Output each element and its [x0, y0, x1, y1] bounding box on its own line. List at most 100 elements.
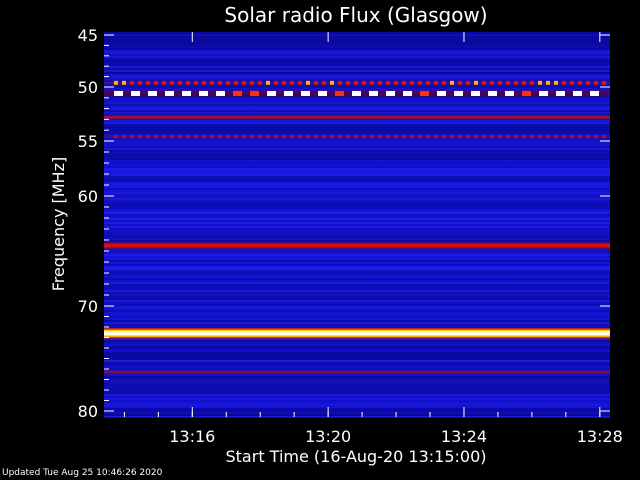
emission-dash: [570, 135, 574, 139]
emission-dash: [250, 90, 259, 96]
background-row: [104, 212, 610, 214]
emission-dash: [450, 135, 454, 139]
background-row: [104, 88, 610, 90]
emission-dash: [538, 80, 542, 85]
background-row: [104, 258, 610, 260]
x-tick-label: 13:24: [441, 427, 487, 446]
background-row: [104, 68, 610, 70]
emission-dash: [418, 135, 422, 139]
background-row: [104, 280, 610, 282]
background-row: [104, 48, 610, 50]
y-tick-label: 55: [78, 132, 98, 151]
background-row: [104, 272, 610, 274]
emission-dash: [122, 80, 126, 85]
emission-dash: [182, 90, 191, 96]
background-row: [104, 60, 610, 62]
background-row: [104, 216, 610, 218]
emission-dash: [378, 135, 382, 139]
emission-dash: [586, 80, 590, 85]
emission-dash: [578, 135, 582, 139]
background-row: [104, 170, 610, 172]
emission-dash: [506, 135, 510, 139]
background-row: [104, 394, 610, 396]
background-row: [104, 384, 610, 386]
background-row: [104, 348, 610, 350]
background-row: [104, 138, 610, 140]
background-row: [104, 254, 610, 256]
emission-dash: [458, 135, 462, 139]
emission-dash: [242, 135, 246, 139]
background-row: [104, 36, 610, 38]
emission-dash: [178, 135, 182, 139]
background-row: [104, 398, 610, 400]
emission-dash: [202, 80, 206, 85]
background-row: [104, 180, 610, 182]
x-axis-label: Start Time (16-Aug-20 13:15:00): [226, 447, 487, 466]
background-row: [104, 396, 610, 398]
emission-dash: [386, 80, 390, 85]
emission-band: [104, 331, 610, 336]
emission-dash: [266, 80, 270, 85]
background-row: [104, 122, 610, 124]
emission-dash: [306, 80, 310, 85]
emission-dash: [482, 135, 486, 139]
emission-dash: [490, 80, 494, 85]
background-row: [104, 100, 610, 102]
emission-dash: [450, 80, 454, 85]
background-row: [104, 178, 610, 180]
background-row: [104, 182, 610, 184]
emission-band: [104, 115, 610, 119]
background-row: [104, 364, 610, 366]
spectrogram-background: [104, 32, 610, 418]
background-row: [104, 148, 610, 150]
emission-dash: [442, 80, 446, 85]
emission-dash: [258, 80, 262, 85]
background-row: [104, 270, 610, 272]
background-row: [104, 408, 610, 410]
emission-dash: [590, 90, 599, 96]
background-row: [104, 232, 610, 234]
background-row: [104, 194, 610, 196]
background-row: [104, 350, 610, 352]
background-row: [104, 106, 610, 108]
background-row: [104, 222, 610, 224]
background-row: [104, 314, 610, 316]
emission-dash: [498, 135, 502, 139]
background-row: [104, 308, 610, 310]
background-row: [104, 152, 610, 154]
emission-dash: [138, 135, 142, 139]
background-row: [104, 158, 610, 160]
background-row: [104, 176, 610, 178]
emission-dash: [522, 80, 526, 85]
background-row: [104, 130, 610, 132]
background-row: [104, 102, 610, 104]
background-row: [104, 340, 610, 342]
emission-dash: [284, 90, 293, 96]
background-row: [104, 186, 610, 188]
background-row: [104, 164, 610, 166]
emission-dash: [403, 90, 412, 96]
emission-dash: [130, 135, 134, 139]
emission-dash: [538, 135, 542, 139]
background-row: [104, 360, 610, 362]
emission-dash: [454, 90, 463, 96]
emission-dash: [290, 80, 294, 85]
emission-dash: [130, 80, 134, 85]
emission-dash: [394, 135, 398, 139]
emission-dash: [394, 80, 398, 85]
background-row: [104, 226, 610, 228]
emission-dash: [301, 90, 310, 96]
background-row: [104, 192, 610, 194]
background-row: [104, 378, 610, 380]
emission-dash: [122, 135, 126, 139]
background-row: [104, 284, 610, 286]
emission-dash: [554, 80, 558, 85]
emission-dash: [226, 80, 230, 85]
emission-dash: [386, 90, 395, 96]
background-row: [104, 342, 610, 344]
emission-dash: [338, 80, 342, 85]
emission-dash: [216, 90, 225, 96]
background-row: [104, 162, 610, 164]
background-row: [104, 190, 610, 192]
background-row: [104, 346, 610, 348]
